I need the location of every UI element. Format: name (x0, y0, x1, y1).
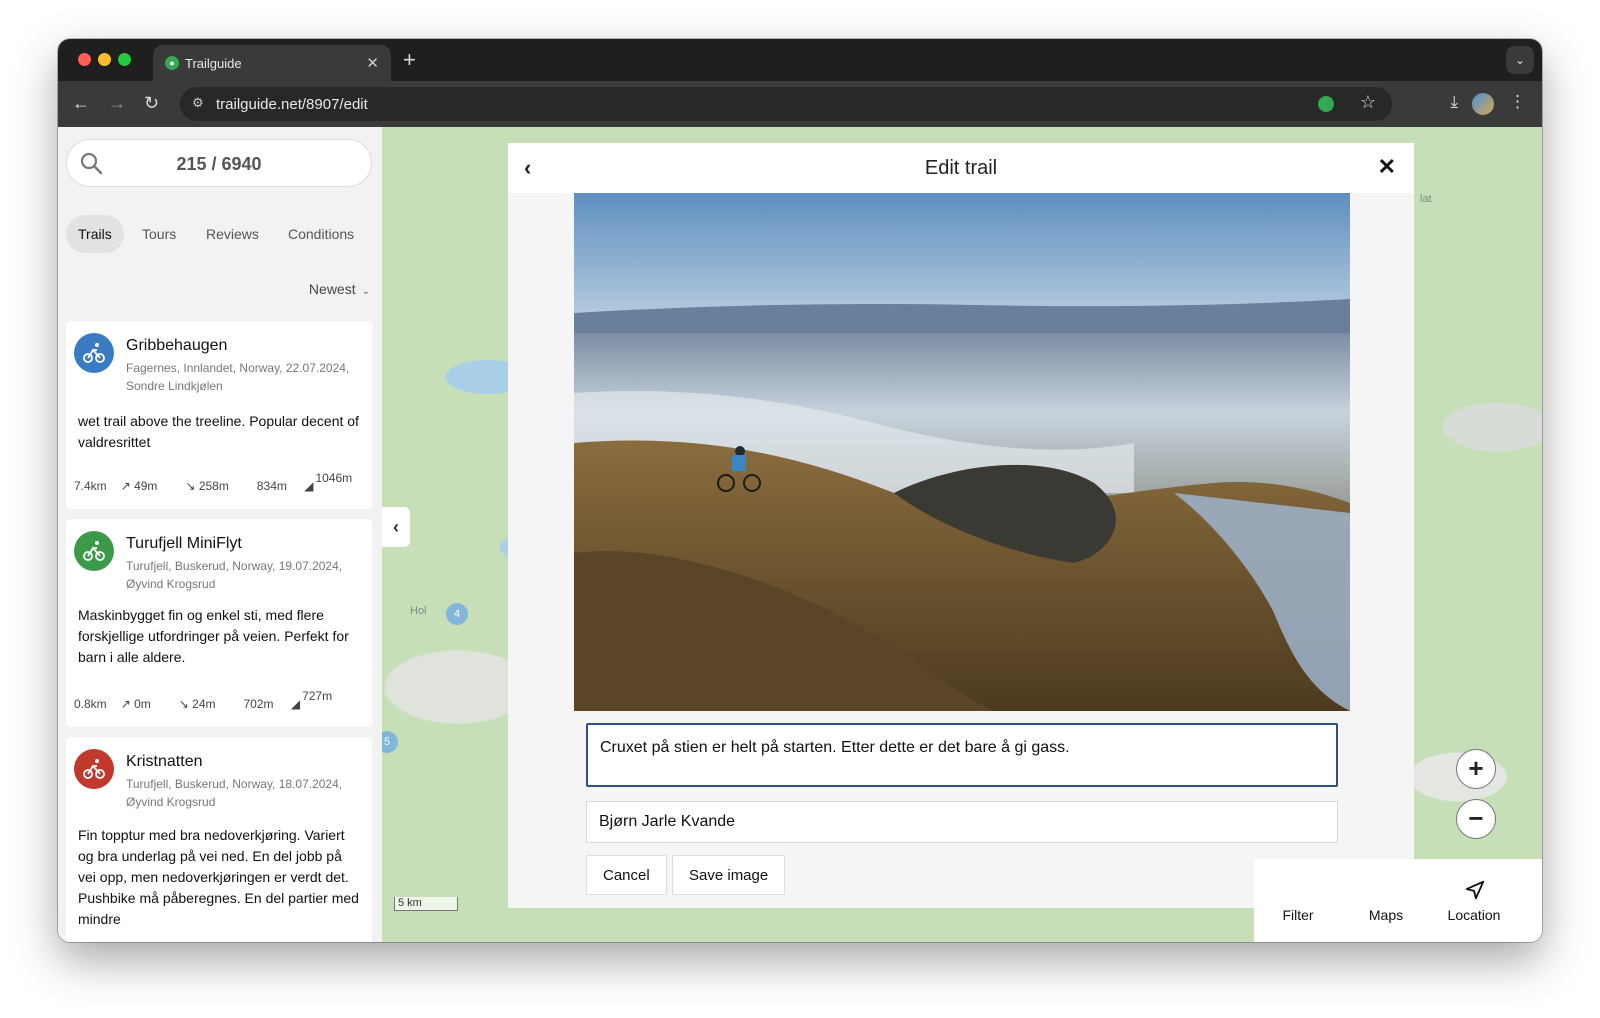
trail-meta: Fagernes, Innlandet, Norway, 22.07.2024,… (126, 361, 350, 393)
search-box[interactable]: 215 / 6940 (66, 139, 372, 187)
sort-label: Newest (308, 281, 356, 297)
sidebar: 215 / 6940 Trails Tours Reviews Conditio… (58, 127, 382, 942)
map-cluster-marker[interactable]: 4 (446, 603, 468, 625)
page-content: Hol lat 4 5 5 km 215 / 6940 Trails Tours… (58, 127, 1542, 942)
trail-card[interactable]: Turufjell MiniFlyt Turufjell, Buskerud, … (66, 519, 372, 727)
caption-input[interactable]: Cruxet på stien er helt på starten. Ette… (586, 723, 1338, 787)
browser-window: ● Trailguide ✕ + ⌄ ← → ↻ ⚙ trailguide.ne… (58, 39, 1542, 942)
profile-avatar[interactable] (1472, 93, 1494, 115)
save-image-button[interactable]: Save image (672, 855, 786, 895)
map-label-lat: lat (1420, 193, 1432, 205)
extension-icon[interactable] (1318, 96, 1334, 112)
mtb-icon (74, 749, 114, 789)
forward-arrow-icon[interactable]: → (108, 93, 126, 114)
navigation-arrow-icon (1465, 880, 1485, 900)
browser-tab[interactable]: ● Trailguide ✕ (153, 45, 391, 81)
trail-description: Maskinbygget fin og enkel sti, med flere… (78, 607, 349, 665)
trail-description: Fin topptur med bra nedoverkjøring. Vari… (78, 827, 359, 927)
trail-stats: 7.4km ↗ 49m ↘ 258m 834m ◢1046m (74, 471, 353, 493)
photographer-input[interactable]: Bjørn Jarle Kvande (586, 801, 1338, 843)
filter-button[interactable]: Filter (1258, 859, 1338, 942)
trail-card[interactable]: Gribbehaugen Fagernes, Innlandet, Norway… (66, 321, 372, 509)
close-window-button[interactable] (78, 53, 91, 66)
chevron-down-icon: ⌄ (361, 286, 370, 297)
tab-title: Trailguide (185, 56, 242, 71)
zoom-in-button[interactable]: + (1456, 749, 1496, 789)
mtb-icon (74, 531, 114, 571)
location-button[interactable]: Location (1434, 859, 1514, 942)
maps-button[interactable]: Maps (1346, 859, 1426, 942)
menu-dots-icon[interactable]: ⋮ (1509, 92, 1526, 112)
url-text[interactable]: trailguide.net/8907/edit (216, 96, 368, 113)
trailguide-favicon-icon: ● (165, 56, 179, 70)
trail-meta: Turufjell, Buskerud, Norway, 18.07.2024,… (126, 777, 343, 809)
trail-name[interactable]: Kristnatten (126, 753, 202, 771)
tab-conditions[interactable]: Conditions (276, 215, 366, 253)
bottom-nav: Filter Maps Location (1254, 859, 1542, 942)
tab-strip: ● Trailguide ✕ + ⌄ (58, 39, 1542, 81)
site-settings-icon[interactable]: ⚙ (192, 95, 204, 111)
map-scale: 5 km (394, 897, 458, 911)
maximize-window-button[interactable] (118, 53, 131, 66)
browser-toolbar: ← → ↻ ⚙ trailguide.net/8907/edit ☆ ⤓ ⋮ (58, 81, 1542, 127)
collapse-sidebar-chevron-icon[interactable]: ‹ (382, 507, 410, 547)
trail-description: wet trail above the treeline. Popular de… (78, 413, 359, 450)
tab-reviews[interactable]: Reviews (194, 215, 271, 253)
map-label-hol: Hol (410, 605, 427, 617)
trail-card[interactable]: Kristnatten Turufjell, Buskerud, Norway,… (66, 737, 372, 942)
tab-tours[interactable]: Tours (130, 215, 188, 253)
back-arrow-icon[interactable]: ← (72, 93, 90, 114)
new-tab-icon[interactable]: + (403, 47, 416, 73)
trail-photo (574, 193, 1350, 711)
cancel-button[interactable]: Cancel (586, 855, 667, 895)
reload-icon[interactable]: ↻ (144, 93, 159, 114)
tab-close-icon[interactable]: ✕ (366, 54, 379, 72)
minimize-window-button[interactable] (98, 53, 111, 66)
trail-stats: 0.8km ↗ 0m ↘ 24m 702m ◢727m (74, 689, 333, 711)
modal-header: ‹ Edit trail ✕ (508, 143, 1414, 193)
download-icon[interactable]: ⤓ (1450, 92, 1458, 112)
modal-title: Edit trail (924, 157, 998, 179)
bookmark-star-icon[interactable]: ☆ (1360, 92, 1376, 113)
tab-trails[interactable]: Trails (66, 215, 124, 253)
trail-name[interactable]: Gribbehaugen (126, 337, 227, 355)
address-bar[interactable]: ⚙ trailguide.net/8907/edit ☆ (180, 87, 1392, 121)
trail-meta: Turufjell, Buskerud, Norway, 19.07.2024,… (126, 559, 343, 591)
result-count: 215 / 6940 (176, 154, 262, 174)
zoom-out-button[interactable]: − (1456, 799, 1496, 839)
tab-search-chevron-icon[interactable]: ⌄ (1506, 46, 1534, 74)
sort-dropdown[interactable]: Newest ⌄ (309, 281, 370, 297)
edit-trail-modal: ‹ Edit trail ✕ Cruxet på stien er helt p… (508, 143, 1414, 908)
close-icon[interactable]: ✕ (1378, 154, 1396, 180)
trail-name[interactable]: Turufjell MiniFlyt (126, 535, 242, 553)
mtb-icon (74, 333, 114, 373)
